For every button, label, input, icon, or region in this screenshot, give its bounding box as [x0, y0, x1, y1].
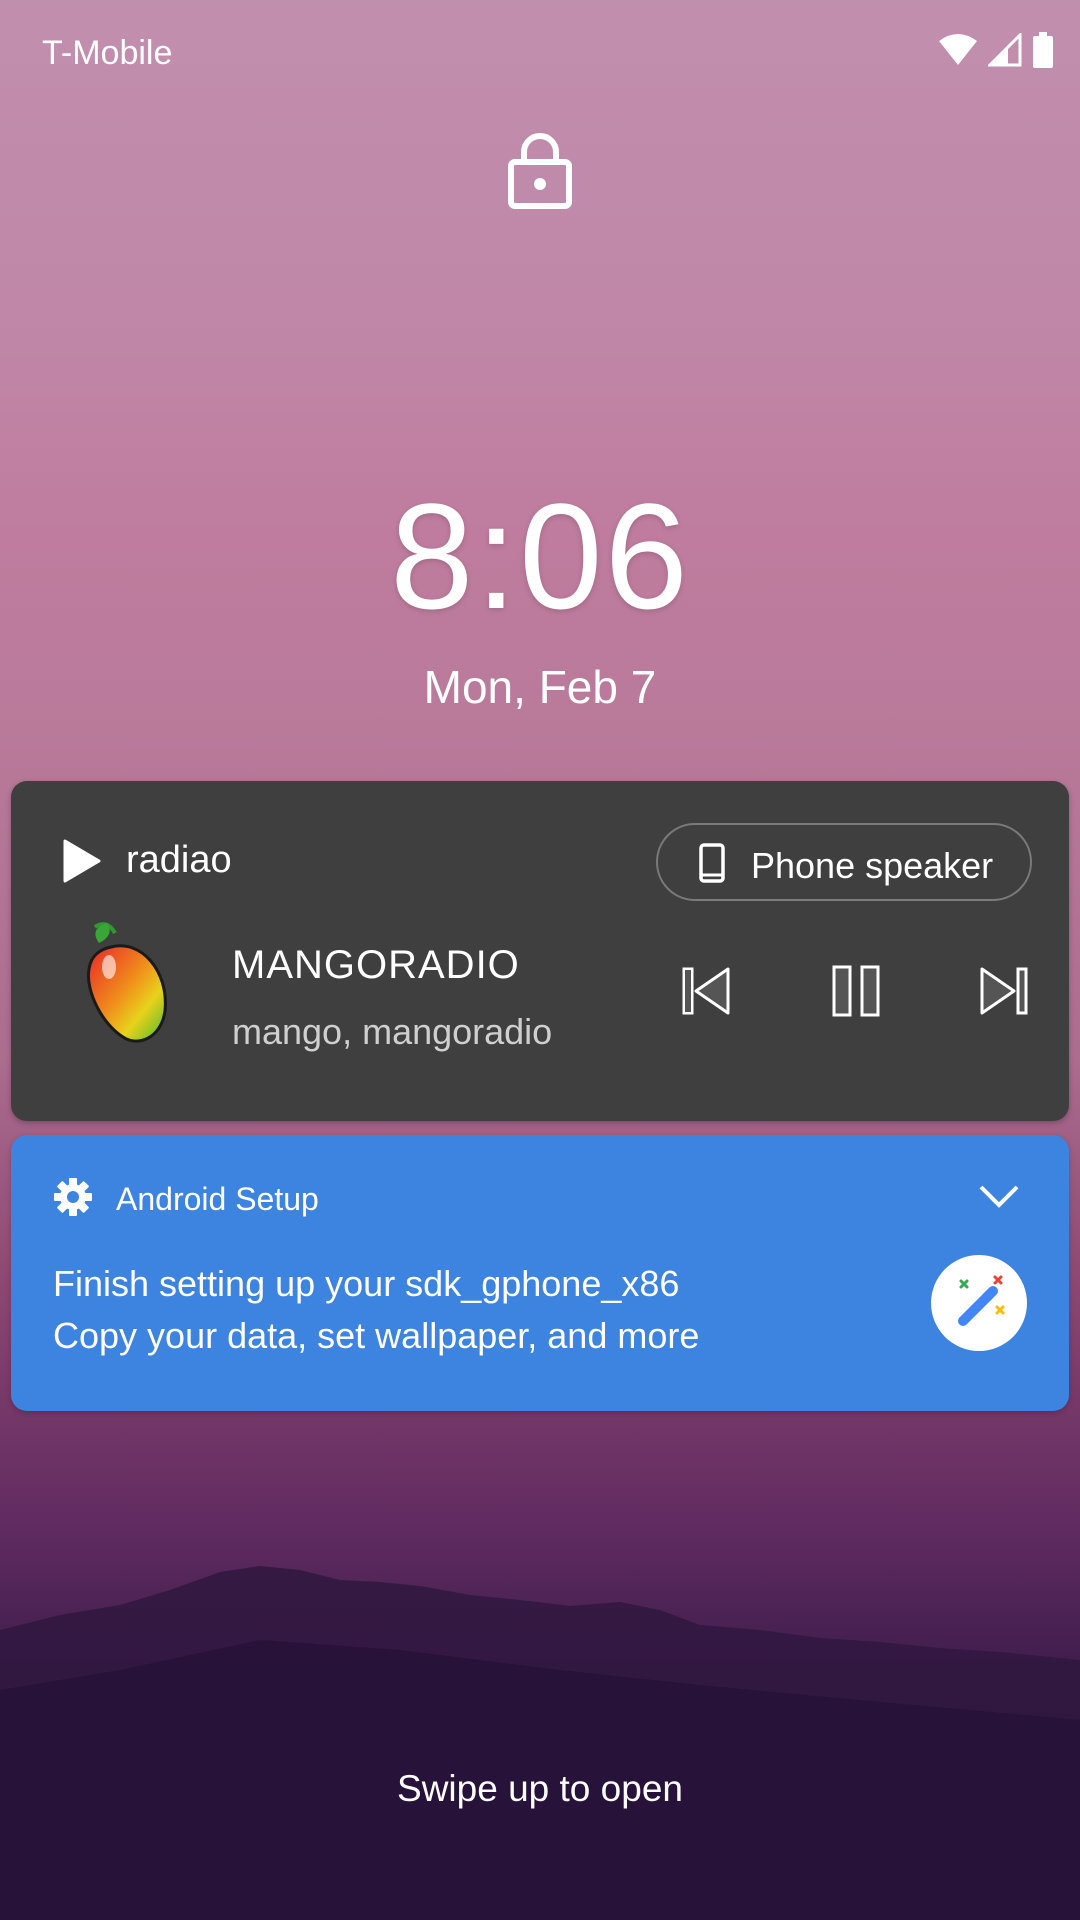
play-icon — [63, 839, 101, 883]
media-app-name: radiao — [126, 839, 232, 881]
phone-icon — [699, 843, 725, 883]
status-bar: T-Mobile — [0, 0, 1080, 110]
carrier-label: T-Mobile — [42, 34, 173, 72]
magic-wand-icon — [958, 1275, 1005, 1326]
setup-text: Copy your data, set wallpaper, and more — [53, 1315, 700, 1356]
skip-next-icon[interactable] — [974, 961, 1034, 1021]
battery-icon — [1033, 32, 1053, 68]
lock-screen-date: Mon, Feb 7 — [423, 661, 657, 713]
cell-signal-icon — [988, 33, 1022, 67]
wallpaper-mountains — [0, 1566, 1080, 1920]
wifi-icon — [939, 34, 977, 65]
output-device-chip[interactable]: Phone speaker — [656, 823, 1032, 901]
pause-icon[interactable] — [826, 961, 886, 1021]
status-icons — [938, 32, 1054, 68]
setup-notification[interactable]: Android Setup Finish setting up your sdk… — [11, 1135, 1069, 1411]
setup-badge — [931, 1255, 1027, 1351]
lock-icon — [508, 133, 572, 209]
setup-title: Finish setting up your sdk_gphone_x86 — [53, 1263, 680, 1304]
output-device-label: Phone speaker — [751, 845, 994, 886]
media-notification[interactable]: radiao Phone speaker MANGORADIO mango, m… — [11, 781, 1069, 1121]
skip-previous-icon[interactable] — [676, 961, 736, 1021]
swipe-up-hint: Swipe up to open — [397, 1768, 683, 1809]
album-art — [86, 922, 167, 1043]
setup-app-name: Android Setup — [116, 1181, 319, 1217]
gear-icon — [54, 1178, 92, 1216]
lock-screen-clock: 8:06 — [390, 472, 690, 640]
track-artist: mango, mangoradio — [232, 1011, 553, 1052]
chevron-down-icon[interactable] — [977, 1179, 1021, 1215]
track-title: MANGORADIO — [232, 943, 520, 987]
